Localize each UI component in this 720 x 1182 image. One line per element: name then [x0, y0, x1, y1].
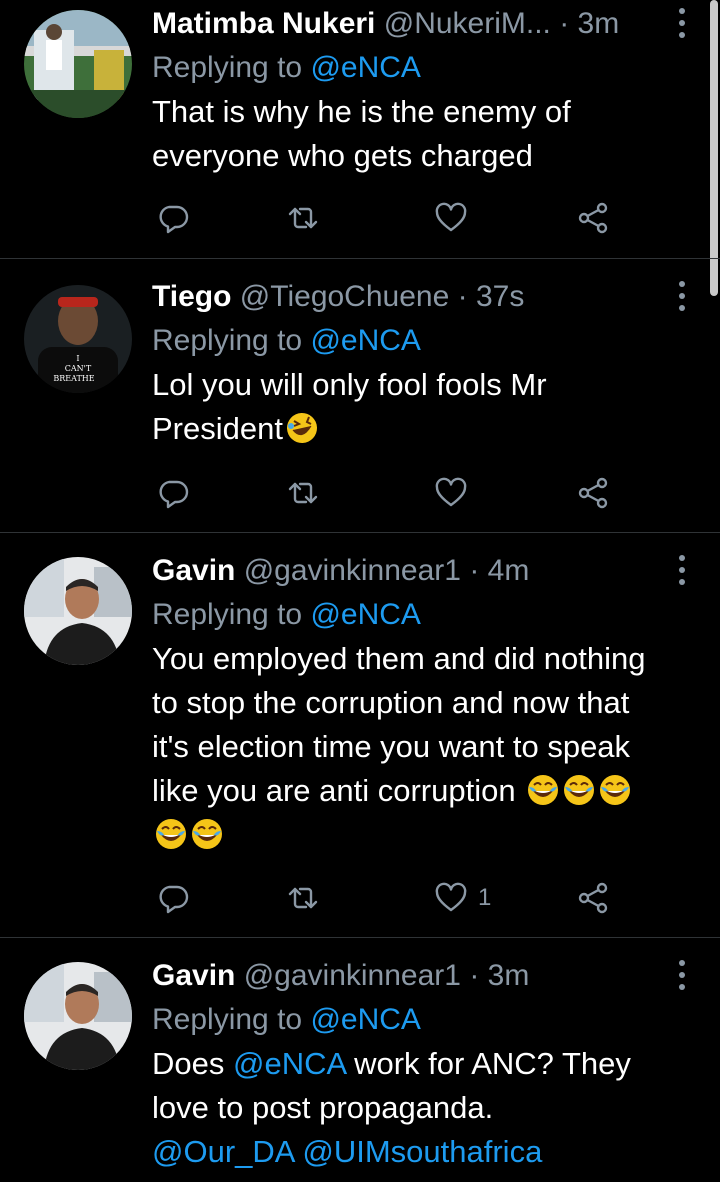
tweet-header: Tiego @TiegoChuene · 37s: [152, 275, 660, 319]
replying-to-label: Replying to: [152, 1003, 303, 1036]
tweet-text-line: [152, 813, 660, 857]
tweet-text-line: You employed them and did nothing: [152, 641, 646, 676]
tweet-text: Does @eNCA work for ANC? They love to po…: [152, 1042, 660, 1174]
replying-to-label: Replying to: [152, 51, 303, 84]
tweet-3[interactable]: Gavin @gavinkinnear1 · 4m Replying to @e…: [0, 533, 720, 937]
avatar[interactable]: [24, 962, 132, 1070]
tweet-time: · 3m: [559, 7, 620, 40]
author-handle[interactable]: @gavinkinnear1: [244, 554, 461, 587]
tweet-header: Gavin @gavinkinnear1 · 4m: [152, 549, 660, 593]
tweet-time: · 4m: [469, 554, 530, 587]
retweet-icon: [286, 201, 320, 235]
tweet-actions: [152, 471, 622, 515]
like-button[interactable]: 1: [434, 876, 491, 920]
author-handle[interactable]: @TiegoChuene: [240, 280, 449, 313]
share-icon: [576, 201, 610, 235]
replying-to: Replying to @eNCA: [152, 998, 660, 1042]
reply-icon: [156, 881, 190, 915]
rolling-on-floor-laughing-emoji: [285, 411, 319, 445]
more-vertical-icon[interactable]: [676, 8, 688, 38]
tweet-header: Gavin @gavinkinnear1 · 3m: [152, 954, 660, 998]
avatar[interactable]: [24, 10, 132, 118]
tweet-text-line: to stop the corruption and now that: [152, 685, 630, 720]
reply-button[interactable]: [156, 876, 190, 920]
heart-icon: [434, 881, 468, 915]
face-with-tears-of-joy-emoji: [190, 817, 224, 851]
mention-link[interactable]: @eNCA: [310, 51, 420, 84]
avatar-shirt-text: I: [76, 354, 79, 363]
tweet-actions: [152, 196, 622, 240]
author-name[interactable]: Tiego: [152, 280, 231, 313]
tweet-text-line: President: [152, 407, 660, 451]
tweet-header: Matimba Nukeri @NukeriM... · 3m: [152, 2, 660, 46]
reply-button[interactable]: [156, 196, 190, 240]
mention-link[interactable]: @Our_DA: [152, 1134, 294, 1169]
replying-to: Replying to @eNCA: [152, 319, 660, 363]
replying-to: Replying to @eNCA: [152, 46, 660, 90]
share-button[interactable]: [576, 471, 610, 515]
author-handle[interactable]: @NukeriM...: [384, 7, 551, 40]
replying-to-label: Replying to: [152, 598, 303, 631]
face-with-tears-of-joy-emoji: [154, 817, 188, 851]
heart-icon: [434, 201, 468, 235]
share-icon: [576, 881, 610, 915]
tweet-time: · 3m: [469, 959, 530, 992]
avatar[interactable]: I CAN'T BREATHE: [24, 285, 132, 393]
tweet-text-line: That is why he is the enemy of: [152, 94, 571, 129]
tweet-text: Lol you will only fool fools Mr Presiden…: [152, 363, 660, 451]
more-vertical-icon[interactable]: [676, 960, 688, 990]
tweet-2[interactable]: I CAN'T BREATHE Tiego @TiegoChuene · 37s…: [0, 259, 720, 532]
share-button[interactable]: [576, 876, 610, 920]
mention-link[interactable]: @UIMsouthafrica: [302, 1134, 542, 1169]
author-handle[interactable]: @gavinkinnear1: [244, 959, 461, 992]
tweet-text-line: it's election time you want to speak: [152, 729, 631, 764]
author-name[interactable]: Gavin: [152, 554, 235, 587]
like-button[interactable]: [434, 196, 478, 240]
author-name[interactable]: Gavin: [152, 959, 235, 992]
mention-link[interactable]: @eNCA: [310, 1003, 420, 1036]
svg-text:BREATHE: BREATHE: [53, 374, 94, 383]
retweet-button[interactable]: [286, 471, 320, 515]
share-icon: [576, 476, 610, 510]
share-button[interactable]: [576, 196, 610, 240]
tweet-text-line: @Our_DA @UIMsouthafrica: [152, 1130, 660, 1174]
tweet-text: That is why he is the enemy of everyone …: [152, 90, 660, 178]
retweet-button[interactable]: [286, 196, 320, 240]
more-vertical-icon[interactable]: [676, 555, 688, 585]
like-button[interactable]: [434, 471, 478, 515]
tweet-actions: 1: [152, 876, 622, 920]
tweet-text-line: like you are anti corruption: [152, 769, 660, 813]
mention-link[interactable]: @eNCA: [310, 598, 420, 631]
heart-icon: [434, 476, 468, 510]
tweet-text-line: Does @eNCA work for ANC? They: [152, 1046, 631, 1081]
face-with-tears-of-joy-emoji: [598, 773, 632, 807]
author-name[interactable]: Matimba Nukeri: [152, 7, 375, 40]
like-count: 1: [478, 884, 492, 911]
tweet-4[interactable]: Gavin @gavinkinnear1 · 3m Replying to @e…: [0, 938, 720, 1182]
replying-to: Replying to @eNCA: [152, 593, 660, 637]
replying-to-label: Replying to: [152, 324, 303, 357]
tweet-text: You employed them and did nothing to sto…: [152, 637, 660, 857]
retweet-button[interactable]: [286, 876, 320, 920]
face-with-tears-of-joy-emoji: [562, 773, 596, 807]
retweet-icon: [286, 881, 320, 915]
mention-link[interactable]: @eNCA: [233, 1046, 345, 1081]
tweet-time: · 37s: [457, 280, 525, 313]
tweet-text-line: Lol you will only fool fools Mr: [152, 367, 547, 402]
tweet-1[interactable]: Matimba Nukeri @NukeriM... · 3m Replying…: [0, 0, 720, 258]
more-vertical-icon[interactable]: [676, 281, 688, 311]
reply-icon: [156, 201, 190, 235]
svg-text:CAN'T: CAN'T: [65, 364, 92, 373]
tweet-text-line: love to post propaganda.: [152, 1090, 494, 1125]
avatar[interactable]: [24, 557, 132, 665]
reply-button[interactable]: [156, 471, 190, 515]
mention-link[interactable]: @eNCA: [310, 324, 420, 357]
face-with-tears-of-joy-emoji: [526, 773, 560, 807]
reply-icon: [156, 476, 190, 510]
retweet-icon: [286, 476, 320, 510]
tweet-text-line: everyone who gets charged: [152, 138, 533, 173]
